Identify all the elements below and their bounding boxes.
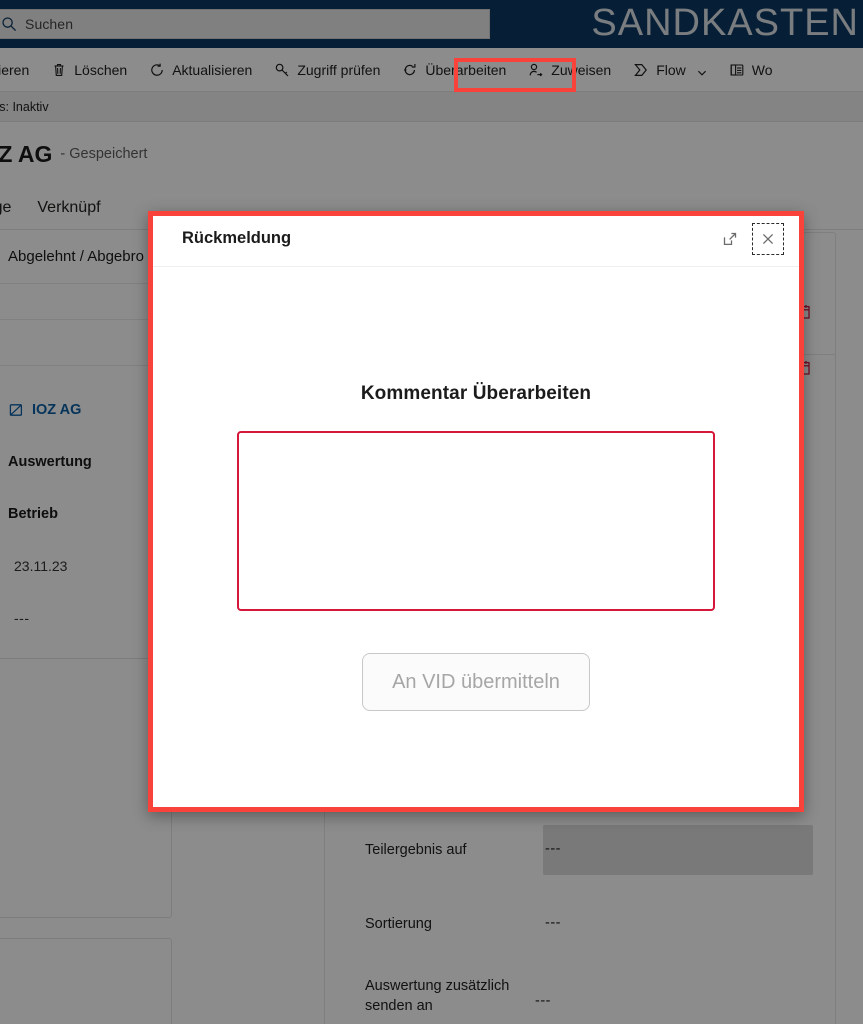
dialog-heading: Kommentar Überarbeiten xyxy=(360,383,592,404)
popout-icon[interactable] xyxy=(714,223,746,255)
dialog-header-actions xyxy=(714,222,784,255)
application-window: Suchen SANDKASTEN ivieren xyxy=(0,0,863,1024)
dialog-header: Rückmeldung xyxy=(148,211,804,267)
dialog-body: Kommentar Überarbeiten An VID übermittel… xyxy=(148,267,804,812)
comment-input[interactable] xyxy=(237,431,715,611)
dialog-surface: Rückmeldung Kommentar Überarbeiten An VI… xyxy=(148,211,804,812)
feedback-dialog: Rückmeldung Kommentar Überarbeiten An VI… xyxy=(148,211,804,812)
submit-to-vid-button[interactable]: An VID übermitteln xyxy=(362,653,590,711)
close-icon[interactable] xyxy=(752,222,784,255)
dialog-title: Rückmeldung xyxy=(182,229,292,247)
